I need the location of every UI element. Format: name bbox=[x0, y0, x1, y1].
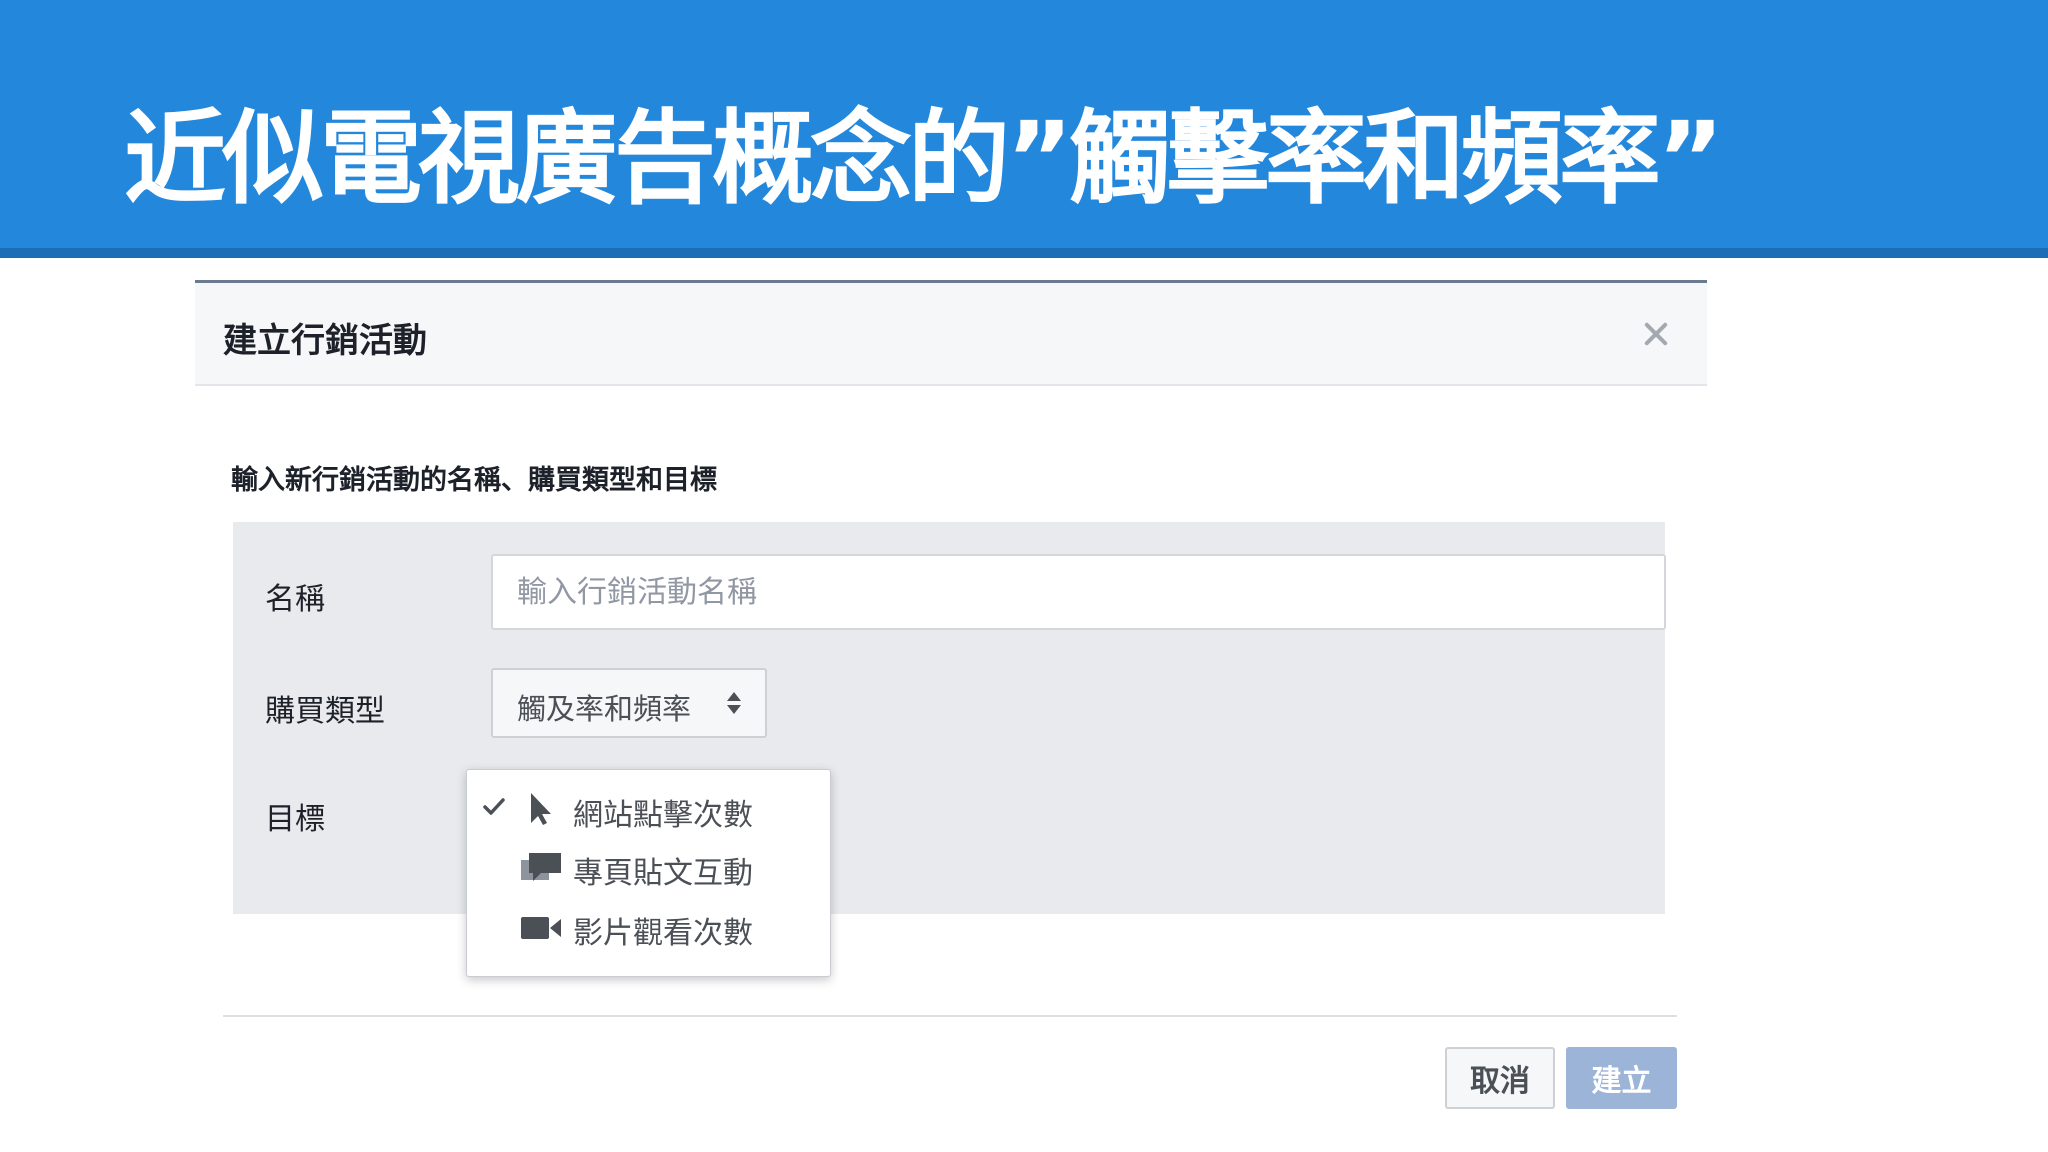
cursor-icon bbox=[531, 793, 551, 825]
updown-arrows-icon bbox=[727, 692, 741, 716]
dialog-title: 建立行銷活動 bbox=[223, 321, 427, 361]
menu-item-page-post-engagement[interactable]: 專頁貼文互動 bbox=[467, 838, 830, 894]
menu-item-label: 專頁貼文互動 bbox=[573, 856, 753, 891]
campaign-form-panel: 名稱 購買類型 觸及率和頻率 目標 bbox=[233, 522, 1666, 914]
dialog-instruction: 輸入新行銷活動的名稱、購買類型和目標 bbox=[231, 465, 717, 496]
cancel-button[interactable]: 取消 bbox=[1445, 1047, 1555, 1109]
objective-dropdown-menu: 網站點擊次數 專頁貼文互動 影片觀看次數 bbox=[466, 769, 831, 977]
checkmark-icon bbox=[483, 798, 505, 815]
buying-type-label: 購買類型 bbox=[265, 694, 385, 729]
posts-icon bbox=[521, 853, 561, 881]
menu-item-video-views[interactable]: 影片觀看次數 bbox=[467, 898, 830, 954]
create-campaign-dialog: 建立行銷活動 輸入新行銷活動的名稱、購買類型和目標 名稱 購買類型 觸及率和頻率… bbox=[195, 280, 1707, 1150]
dialog-header: 建立行銷活動 bbox=[195, 280, 1707, 386]
create-button[interactable]: 建立 bbox=[1566, 1047, 1677, 1109]
campaign-name-input[interactable] bbox=[491, 554, 1666, 630]
slide-title: 近似電視廣告概念的”觸擊率和頻率” bbox=[124, 100, 1724, 219]
slide-header-banner: 近似電視廣告概念的”觸擊率和頻率” bbox=[0, 0, 2048, 258]
video-camera-icon bbox=[521, 917, 561, 939]
buying-type-value: 觸及率和頻率 bbox=[517, 692, 692, 726]
menu-item-website-clicks[interactable]: 網站點擊次數 bbox=[467, 780, 830, 836]
objective-label: 目標 bbox=[265, 802, 325, 837]
menu-item-label: 網站點擊次數 bbox=[573, 798, 753, 833]
footer-divider bbox=[223, 1015, 1677, 1017]
buying-type-select[interactable]: 觸及率和頻率 bbox=[491, 668, 767, 738]
close-icon[interactable] bbox=[1641, 319, 1671, 349]
name-label: 名稱 bbox=[265, 582, 325, 617]
menu-item-label: 影片觀看次數 bbox=[573, 916, 753, 951]
